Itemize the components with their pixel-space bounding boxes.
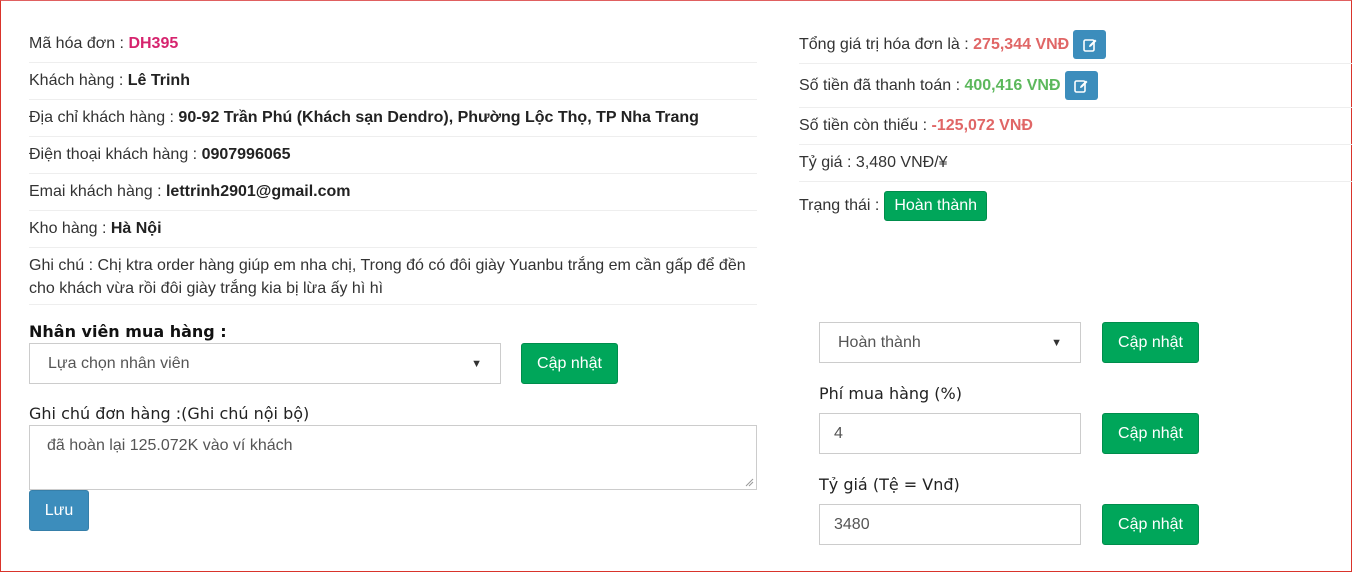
total-value: 275,344 VNĐ — [973, 35, 1070, 53]
rate-value: 3,480 VNĐ/¥ — [855, 154, 948, 171]
note-label: Ghi chú : — [29, 257, 98, 274]
customer-name: Lê Trinh — [127, 72, 190, 89]
chevron-down-icon: ▼ — [471, 357, 482, 370]
status-select-value: Hoàn thành — [838, 333, 921, 351]
email-row: Emai khách hàng : lettrinh2901@gmail.com — [29, 174, 757, 211]
customer-row: Khách hàng : Lê Trinh — [29, 63, 757, 100]
owed-value: -125,072 VNĐ — [931, 117, 1033, 134]
paid-value: 400,416 VNĐ — [964, 76, 1061, 94]
total-label: Tổng giá trị hóa đơn là : — [799, 35, 969, 53]
rate-input-value: 3480 — [834, 515, 870, 533]
fee-input[interactable]: 4 — [819, 413, 1081, 454]
status-select[interactable]: Hoàn thành ▼ — [819, 322, 1081, 363]
rate-form-label: Tỷ giá (Tệ = Vnđ) — [819, 475, 960, 494]
edit-icon — [1074, 79, 1088, 93]
email-label: Emai khách hàng : — [29, 183, 166, 200]
internal-note-textarea[interactable]: đã hoàn lại 125.072K vào ví khách — [29, 425, 757, 490]
save-note-button[interactable]: Lưu — [29, 490, 89, 531]
warehouse-name: Hà Nội — [110, 220, 162, 237]
owed-label: Số tiền còn thiếu : — [799, 117, 928, 134]
customer-phone: 0907996065 — [201, 146, 291, 163]
customer-address: 90-92 Trần Phú (Khách sạn Dendro), Phườn… — [178, 109, 699, 126]
rate-label: Tỷ giá : — [799, 154, 852, 171]
warehouse-row: Kho hàng : Hà Nội — [29, 211, 757, 248]
address-row: Địa chỉ khách hàng : 90-92 Trần Phú (Khá… — [29, 100, 757, 137]
invoice-info: Mã hóa đơn : DH395 Khách hàng : Lê Trinh… — [29, 26, 757, 305]
staff-select[interactable]: Lựa chọn nhân viên ▼ — [29, 343, 501, 384]
edit-paid-button[interactable] — [1064, 71, 1098, 100]
fee-value: 4 — [834, 424, 843, 442]
internal-note-value: đã hoàn lại 125.072K vào ví khách — [47, 437, 293, 454]
phone-row: Điện thoại khách hàng : 0907996065 — [29, 137, 757, 174]
invoice-code-row: Mã hóa đơn : DH395 — [29, 26, 757, 63]
rate-update-button[interactable]: Cập nhật — [1102, 504, 1199, 545]
address-label: Địa chỉ khách hàng : — [29, 109, 179, 126]
rate-input[interactable]: 3480 — [819, 504, 1081, 545]
invoice-code-label: Mã hóa đơn : — [29, 35, 129, 52]
internal-note-label: Ghi chú đơn hàng :(Ghi chú nội bộ) — [29, 404, 310, 423]
warehouse-label: Kho hàng : — [29, 220, 111, 237]
chevron-down-icon: ▼ — [1051, 336, 1062, 349]
customer-email: lettrinh2901@gmail.com — [165, 183, 351, 200]
resize-handle-icon[interactable] — [745, 478, 754, 487]
customer-note-row: Ghi chú : Chị ktra order hàng giúp em nh… — [29, 248, 757, 305]
paid-label: Số tiền đã thanh toán : — [799, 76, 961, 94]
status-badge: Hoàn thành — [884, 191, 988, 221]
staff-label: Nhân viên mua hàng : — [29, 322, 227, 341]
invoice-summary: Tổng giá trị hóa đơn là : 275,344 VNĐ Số… — [799, 26, 1352, 230]
total-row: Tổng giá trị hóa đơn là : 275,344 VNĐ — [799, 26, 1352, 64]
paid-row: Số tiền đã thanh toán : 400,416 VNĐ — [799, 64, 1352, 108]
staff-select-value: Lựa chọn nhân viên — [48, 354, 190, 372]
edit-icon — [1082, 38, 1097, 52]
phone-label: Điện thoại khách hàng : — [29, 146, 202, 163]
invoice-code: DH395 — [128, 35, 179, 52]
staff-update-button[interactable]: Cập nhật — [521, 343, 618, 384]
status-row: Trạng thái : Hoàn thành — [799, 182, 1352, 230]
fee-update-button[interactable]: Cập nhật — [1102, 413, 1199, 454]
customer-note: Chị ktra order hàng giúp em nha chị, Tro… — [29, 257, 746, 297]
edit-total-button[interactable] — [1073, 30, 1107, 59]
owed-row: Số tiền còn thiếu : -125,072 VNĐ — [799, 108, 1352, 145]
customer-label: Khách hàng : — [29, 72, 128, 89]
status-label: Trạng thái : — [799, 197, 880, 214]
status-update-button[interactable]: Cập nhật — [1102, 322, 1199, 363]
rate-row: Tỷ giá : 3,480 VNĐ/¥ — [799, 145, 1352, 182]
fee-label: Phí mua hàng (%) — [819, 384, 962, 403]
